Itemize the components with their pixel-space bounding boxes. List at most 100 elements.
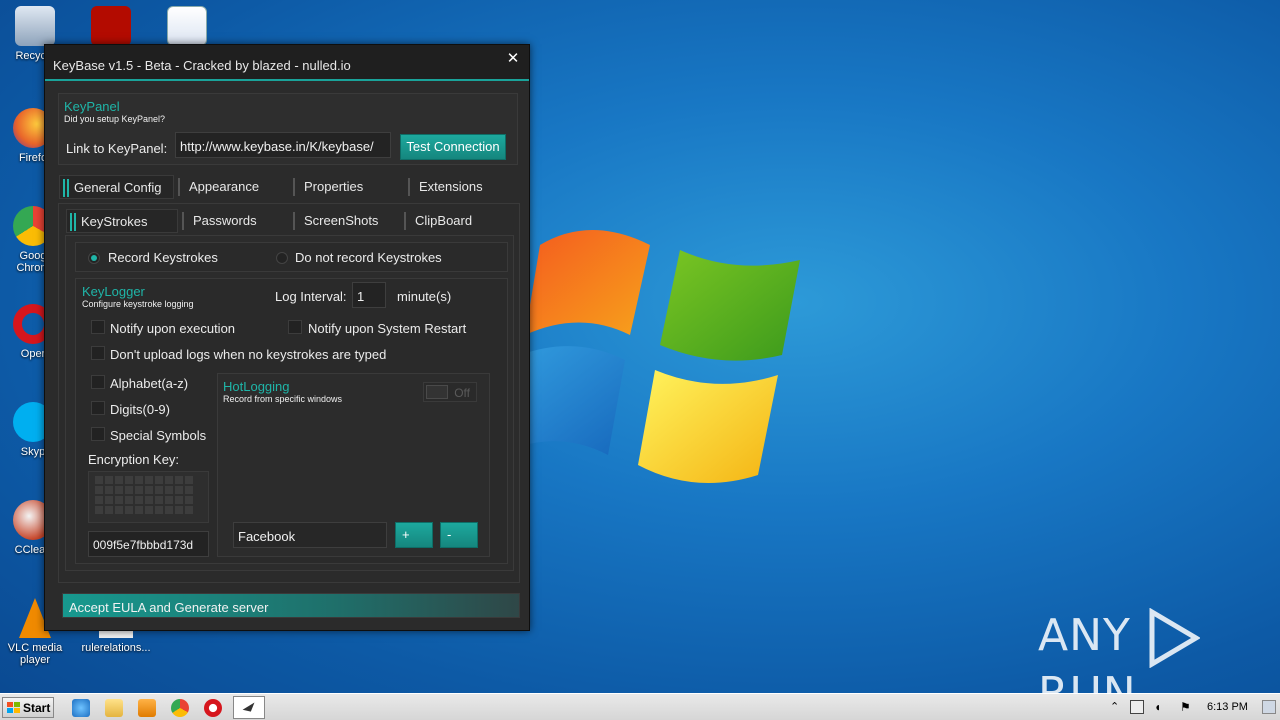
key-pattern-cell [115,476,123,484]
subtab-keystrokes[interactable]: KeyStrokes [66,209,178,233]
show-desktop-icon[interactable] [1262,700,1276,714]
key-pattern-cell [125,486,133,494]
encryption-key-input[interactable]: 009f5e7fbbbd173d [88,531,209,557]
subtab-indicator [182,212,184,230]
key-pattern-cell [145,486,153,494]
key-pattern-cell [145,506,153,514]
key-pattern-cell [95,486,103,494]
hotlogging-toggle[interactable]: Off [423,382,477,402]
log-interval-unit: minute(s) [397,289,452,304]
windows-logo-wallpaper [520,230,800,483]
notify-restart-label: Notify upon System Restart [308,321,467,336]
key-pattern-cell [115,486,123,494]
hotlogging-remove-button[interactable]: - [440,522,478,548]
media-player-icon[interactable] [138,699,156,717]
log-interval-label: Log Interval: [275,289,347,304]
taskbar: Start ⌃ ◖ ⚑ 6:13 PM [0,693,1280,720]
ie-icon[interactable] [72,699,90,717]
keypanel-group: KeyPanel Did you setup KeyPanel? Link to… [58,93,518,165]
tab-general-config[interactable]: General Config [59,175,174,199]
no-upload-label: Don't upload logs when no keystrokes are… [110,347,387,362]
key-pattern-cell [165,476,173,484]
notify-restart-checkbox[interactable] [288,320,302,334]
key-pattern-cell [135,476,143,484]
key-pattern-cell [135,506,143,514]
no-record-keystrokes-radio[interactable] [276,252,288,264]
keybase-app-icon [242,702,255,712]
subtab-indicator [404,212,406,230]
tab-appearance[interactable]: Appearance [175,175,290,199]
hotlogging-group: HotLogging Record from specific windows … [217,373,490,557]
key-pattern-cell [95,476,103,484]
hotlogging-window-input[interactable]: Facebook [233,522,387,548]
key-pattern-cell [145,496,153,504]
key-pattern-cell [105,506,113,514]
notify-execution-checkbox[interactable] [91,320,105,334]
keybase-window: KeyBase v1.5 - Beta - Cracked by blazed … [44,44,530,631]
key-pattern-cell [185,506,193,514]
keylogger-title: KeyLogger [82,284,145,299]
pdf-icon [91,6,131,46]
window-titlebar[interactable]: KeyBase v1.5 - Beta - Cracked by blazed … [45,45,529,81]
explorer-folder-icon[interactable] [105,699,123,717]
window-title: KeyBase v1.5 - Beta - Cracked by blazed … [53,58,351,73]
keypanel-link-input[interactable]: http://www.keybase.in/K/keybase/ [175,132,391,158]
taskbar-keybase-button[interactable] [233,696,265,719]
volume-icon[interactable]: ◖ [1154,700,1168,714]
tab-properties[interactable]: Properties [290,175,405,199]
test-connection-button[interactable]: Test Connection [400,134,506,160]
key-pattern-cell [115,506,123,514]
key-pattern-cell [175,486,183,494]
toggle-state-label: Off [454,386,470,400]
symbols-label: Special Symbols [110,428,207,443]
word-document-icon [167,6,207,46]
generate-server-button[interactable]: Accept EULA and Generate server [62,593,520,618]
action-center-flag-icon[interactable]: ⚑ [1180,700,1194,714]
chrome-icon[interactable] [171,699,189,717]
tab-indicator [293,178,295,196]
no-upload-checkbox[interactable] [91,346,105,360]
key-pattern-cell [105,486,113,494]
subtab-passwords[interactable]: Passwords [179,209,291,233]
show-hidden-icons-icon[interactable]: ⌃ [1110,700,1124,714]
subtab-active-indicator [70,213,72,231]
key-pattern-cell [155,486,163,494]
key-pattern-cell [95,506,103,514]
keypanel-link-label: Link to KeyPanel: [66,141,168,156]
tab-extensions[interactable]: Extensions [405,175,520,199]
record-keystrokes-label: Record Keystrokes [108,250,218,265]
key-pattern-cell [125,496,133,504]
encryption-key-grid [95,476,193,514]
key-pattern-cell [185,496,193,504]
record-radio-group: Record Keystrokes Do not record Keystrok… [75,242,508,272]
no-record-keystrokes-label: Do not record Keystrokes [295,250,442,265]
key-pattern-cell [185,476,193,484]
symbols-checkbox[interactable] [91,427,105,441]
digits-checkbox[interactable] [91,401,105,415]
start-button[interactable]: Start [2,697,54,718]
keypanel-subtitle: Did you setup KeyPanel? [64,114,166,124]
alphabet-checkbox[interactable] [91,375,105,389]
subtab-screenshots[interactable]: ScreenShots [290,209,402,233]
close-icon[interactable]: ✕ [505,51,521,67]
key-pattern-cell [105,496,113,504]
recycle-bin-icon [15,6,55,46]
log-interval-input[interactable]: 1 [352,282,386,308]
key-pattern-cell [175,496,183,504]
key-pattern-cell [165,486,173,494]
keylogger-group: KeyLogger Configure keystroke logging Lo… [75,278,508,564]
tab-indicator [178,178,180,196]
key-pattern-cell [135,486,143,494]
record-keystrokes-radio[interactable] [88,252,100,264]
alphabet-label: Alphabet(a-z) [110,376,189,391]
play-triangle-icon [1149,608,1200,668]
taskbar-clock[interactable]: 6:13 PM [1207,701,1248,713]
opera-icon[interactable] [204,699,222,717]
hotlogging-add-button[interactable]: + [395,522,433,548]
network-icon[interactable] [1130,700,1144,714]
subtab-clipboard[interactable]: ClipBoard [401,209,513,233]
keystrokes-panel: Record Keystrokes Do not record Keystrok… [65,235,514,571]
key-pattern-cell [125,476,133,484]
notify-execution-label: Notify upon execution [110,321,236,336]
key-pattern-cell [165,506,173,514]
